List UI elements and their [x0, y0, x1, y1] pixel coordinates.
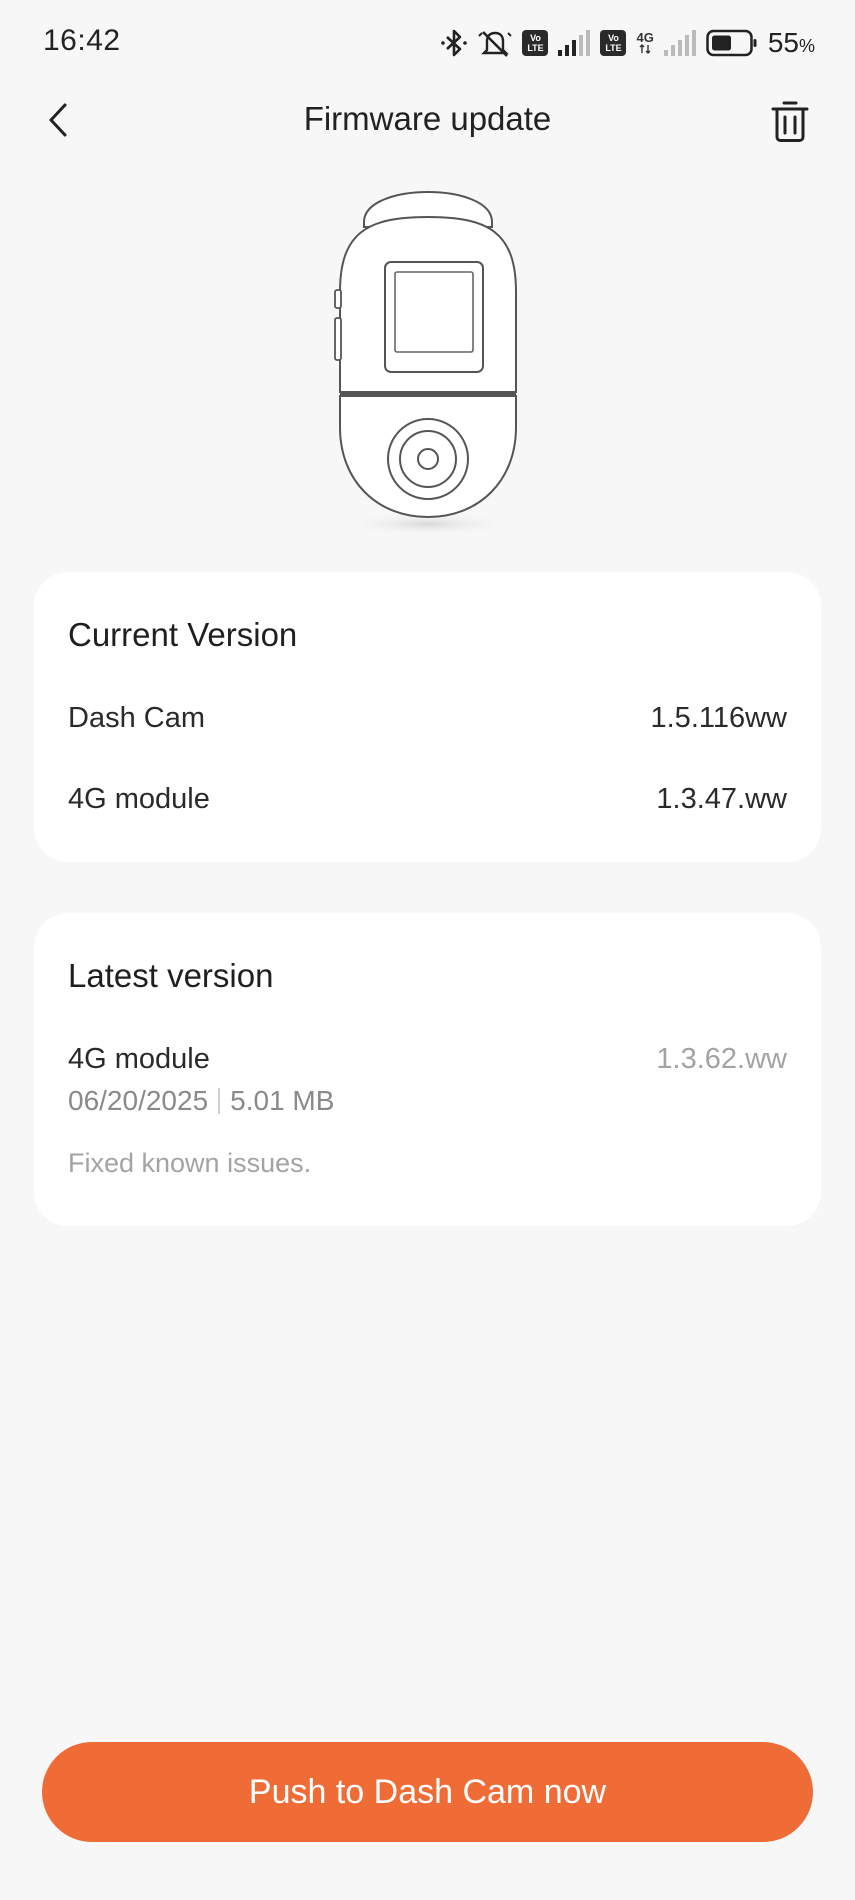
volte-icon-2: Vo LTE: [600, 30, 627, 56]
status-bar: 16:42 Vo LTE Vo LTE 4G 55%: [0, 0, 855, 84]
delete-button[interactable]: [765, 96, 815, 146]
battery-percent-value: 55: [767, 27, 799, 58]
latest-version-card: Latest version 4G module 1.3.62.ww 06/20…: [34, 913, 821, 1226]
volte-icon: Vo LTE: [522, 30, 549, 56]
signal-icon-2: [663, 30, 696, 56]
dash-cam-version: 1.5.116ww: [650, 702, 788, 734]
page-title: Firmware update: [303, 100, 552, 137]
file-size: 5.01 MB: [230, 1085, 335, 1116]
device-illustration: [0, 172, 855, 542]
firmware-update-screen: 16:42 Vo LTE Vo LTE 4G 55% Firmware upda…: [0, 0, 855, 1900]
latest-module-label: 4G module: [68, 1043, 210, 1075]
release-date: 06/20/2025: [68, 1085, 209, 1116]
current-version-title: Current Version: [68, 616, 298, 653]
network-type: 4G: [636, 30, 654, 54]
latest-module-version: 1.3.62.ww: [656, 1043, 787, 1075]
push-to-dash-cam-button[interactable]: Push to Dash Cam now: [42, 1742, 813, 1842]
battery-percent: 55%: [768, 27, 815, 59]
data-arrows-icon: [639, 44, 651, 54]
latest-version-title: Latest version: [68, 957, 274, 994]
signal-icon: [558, 30, 591, 56]
module-4g-version: 1.3.47.ww: [656, 783, 787, 815]
meta-separator: [218, 1088, 221, 1114]
battery-percent-unit: %: [798, 36, 815, 56]
module-4g-label: 4G module: [68, 783, 210, 815]
current-version-card: Current Version Dash Cam 1.5.116ww 4G mo…: [34, 572, 821, 862]
status-icons: Vo LTE Vo LTE 4G 55%: [440, 26, 815, 60]
network-label: 4G: [636, 30, 654, 45]
dash-cam-illustration: [333, 191, 518, 536]
dash-cam-label: Dash Cam: [68, 702, 205, 734]
mute-icon: [478, 31, 513, 57]
release-notes: Fixed known issues.: [68, 1148, 312, 1178]
bluetooth-icon: [441, 29, 468, 57]
release-meta: 06/20/2025 5.01 MB: [68, 1085, 334, 1117]
status-time: 16:42: [43, 24, 121, 57]
battery-icon: [706, 29, 757, 57]
trash-icon: [771, 101, 809, 142]
header: Firmware update: [0, 84, 855, 158]
